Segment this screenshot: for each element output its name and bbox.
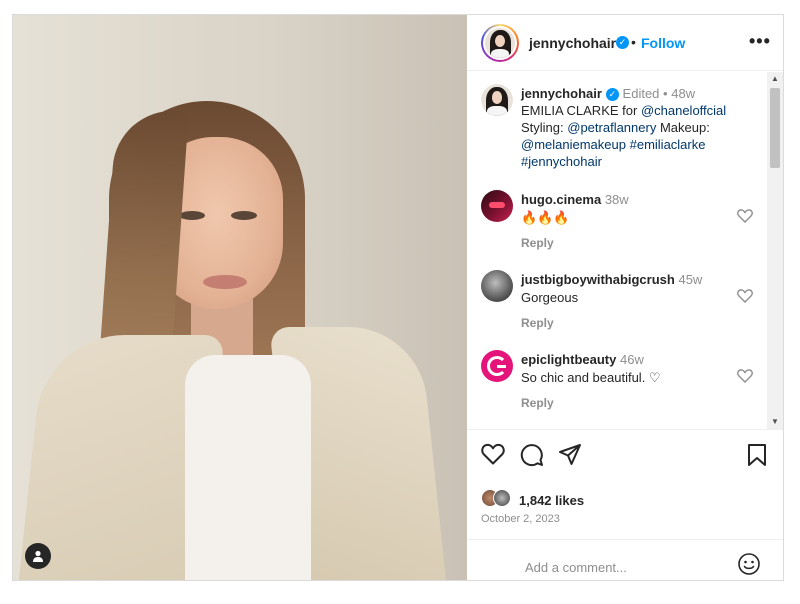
comment-text: Gorgeous: [521, 290, 579, 305]
emoji-icon[interactable]: [737, 552, 761, 576]
author-avatar[interactable]: [481, 24, 519, 62]
follow-button[interactable]: Follow: [641, 35, 685, 51]
comment-heart-icon[interactable]: [737, 369, 753, 383]
caption-time[interactable]: 48w: [671, 86, 695, 101]
share-icon[interactable]: [558, 443, 582, 467]
avatar: [493, 489, 511, 507]
comment-item: justbigboywithabigcrush 45w Gorgeous Rep…: [467, 270, 767, 348]
photo-eye-left: [179, 211, 205, 220]
user-tag-icon: [33, 550, 43, 562]
post-photo[interactable]: [13, 15, 467, 580]
post-actions: 1,842 likes October 2, 2023 Add a commen…: [467, 431, 783, 581]
verified-icon: ✓: [605, 88, 619, 102]
comments-list[interactable]: jennychohair ✓ Edited • 48w EMILIA CLARKE…: [467, 72, 783, 430]
caption-hashtag[interactable]: #jennychohair: [521, 154, 602, 169]
post-modal: jennychohair ✓ • Follow ••• jennychohair…: [12, 14, 784, 581]
photo-eye-right: [231, 211, 257, 220]
caption-hashtag[interactable]: #emiliaclarke: [630, 137, 706, 152]
commenter-username[interactable]: justbigboywithabigcrush: [521, 272, 675, 287]
likes-count[interactable]: 1,842 likes: [519, 493, 584, 508]
author-username[interactable]: jennychohair: [529, 35, 616, 51]
comment-time[interactable]: 46w: [620, 352, 644, 367]
comment-heart-icon[interactable]: [737, 209, 753, 223]
caption-text: EMILIA CLARKE for: [521, 103, 641, 118]
caption-time-separator: •: [663, 86, 668, 101]
comment-heart-icon[interactable]: [737, 289, 753, 303]
caption-username[interactable]: jennychohair: [521, 86, 602, 101]
commenter-avatar[interactable]: [481, 190, 513, 222]
caption-text: Makeup:: [656, 120, 710, 135]
header-separator: •: [631, 34, 636, 50]
post-side-panel: jennychohair ✓ • Follow ••• jennychohair…: [467, 15, 783, 580]
comment-icon[interactable]: [520, 443, 544, 467]
more-options-icon[interactable]: •••: [749, 31, 771, 52]
reply-button[interactable]: Reply: [521, 316, 554, 330]
commenter-username[interactable]: epiclightbeauty: [521, 352, 616, 367]
comment-item: epiclightbeauty 46w So chic and beautifu…: [467, 350, 767, 428]
post-date[interactable]: October 2, 2023: [481, 513, 560, 525]
photo-top: [185, 355, 311, 580]
scroll-up-arrow-icon[interactable]: ▲: [771, 74, 779, 83]
comment-time[interactable]: 38w: [605, 192, 629, 207]
scroll-down-arrow-icon[interactable]: ▼: [771, 417, 779, 426]
comments-scrollbar[interactable]: ▲ ▼: [767, 72, 783, 429]
commenter-username[interactable]: hugo.cinema: [521, 192, 601, 207]
heart-icon[interactable]: [481, 443, 505, 465]
comment-item: hugo.cinema 38w 🔥🔥🔥 Reply: [467, 190, 767, 268]
post-caption: jennychohair ✓ Edited • 48w EMILIA CLARKE…: [521, 85, 761, 170]
caption-avatar[interactable]: [481, 84, 513, 116]
edited-label: Edited: [622, 86, 660, 101]
commenter-avatar[interactable]: [481, 350, 513, 382]
reply-button[interactable]: Reply: [521, 396, 554, 410]
comment-text: 🔥🔥🔥: [521, 210, 570, 225]
add-comment-bar: Add a comment...: [467, 539, 783, 581]
caption-mention-stylist[interactable]: @petraflannery: [567, 120, 656, 135]
caption-text: Styling:: [521, 120, 568, 135]
reply-button[interactable]: Reply: [521, 236, 554, 250]
verified-icon: ✓: [616, 36, 629, 49]
comment-time[interactable]: 45w: [678, 272, 702, 287]
bookmark-icon[interactable]: [747, 443, 767, 467]
caption-mention-chanel[interactable]: @chaneloffcial: [641, 103, 726, 118]
photo-lips: [203, 275, 247, 289]
user-tag-button[interactable]: [25, 543, 51, 569]
post-header: jennychohair ✓ • Follow •••: [467, 15, 783, 71]
comment-text: So chic and beautiful. ♡: [521, 370, 661, 385]
caption-mention-makeup[interactable]: @melaniemakeup: [521, 137, 626, 152]
scrollbar-thumb[interactable]: [770, 88, 780, 168]
commenter-avatar[interactable]: [481, 270, 513, 302]
add-comment-input[interactable]: Add a comment...: [525, 560, 627, 575]
